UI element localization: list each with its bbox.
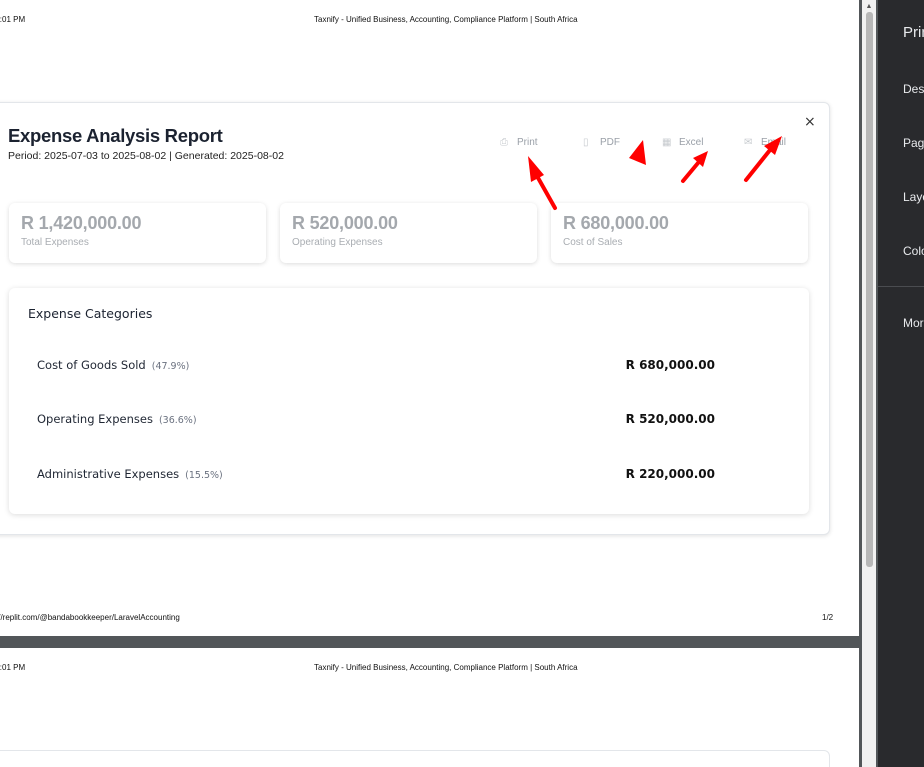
page-header-title: Taxnify - Unified Business, Accounting, … [314, 15, 578, 24]
report-title: Expense Analysis Report [8, 125, 223, 146]
summary-card-total-expenses: R 1,420,000.00 Total Expenses [9, 203, 266, 263]
category-percent: (36.6%) [158, 415, 197, 426]
email-label: Email [761, 137, 787, 148]
excel-icon: ▦ [662, 137, 672, 148]
page-header-datetime: 25, 2:01 PM [0, 663, 26, 672]
pdf-label: PDF [600, 137, 620, 148]
category-row-name: Administrative Expenses (15.5%) [37, 467, 223, 481]
print-setting-more[interactable]: Mor [903, 316, 924, 330]
page-footer-number: 1/2 [822, 613, 834, 622]
category-amount: R 220,000.00 [625, 467, 715, 481]
print-icon: ⎙ [500, 137, 508, 148]
excel-label: Excel [679, 137, 704, 148]
print-preview: 25, 2:01 PM Taxnify - Unified Business, … [0, 0, 859, 767]
page-header-title: Taxnify - Unified Business, Accounting, … [314, 663, 578, 672]
print-setting-layout[interactable]: Layo [903, 190, 924, 204]
preview-page-2: 25, 2:01 PM Taxnify - Unified Business, … [0, 648, 859, 767]
summary-label: Total Expenses [21, 237, 89, 248]
excel-button[interactable]: ▦ Excel [662, 137, 703, 148]
scroll-up-icon[interactable]: ▲ [862, 0, 876, 12]
category-percent: (15.5%) [185, 470, 223, 481]
pdf-button[interactable]: ▯ PDF [583, 137, 620, 148]
summary-value: R 520,000.00 [292, 213, 398, 233]
scrollbar-thumb[interactable] [866, 12, 873, 567]
category-amount: R 680,000.00 [625, 358, 715, 372]
summary-label: Operating Expenses [292, 237, 383, 248]
pdf-icon: ▯ [583, 137, 589, 148]
category-row-name: Cost of Goods Sold (47.9%) [37, 358, 189, 372]
panel-divider [878, 286, 924, 287]
print-label: Print [517, 137, 538, 148]
print-button[interactable]: ⎙ Print [500, 137, 538, 148]
email-icon: ✉ [744, 137, 753, 148]
category-amount: R 520,000.00 [625, 412, 715, 426]
preview-page-1: 25, 2:01 PM Taxnify - Unified Business, … [0, 0, 859, 636]
print-setting-color[interactable]: Colo [903, 244, 924, 258]
summary-label: Cost of Sales [563, 237, 623, 248]
expense-categories-title: Expense Categories [28, 306, 153, 321]
category-name: Administrative Expenses [37, 467, 180, 481]
category-name: Operating Expenses [37, 412, 153, 426]
page-footer-url: s://replit.com/@bandabookkeeper/LaravelA… [0, 613, 180, 622]
page-header-datetime: 25, 2:01 PM [0, 15, 26, 24]
email-button[interactable]: ✉ Email [744, 137, 786, 148]
close-icon[interactable]: × [804, 114, 816, 130]
category-row-name: Operating Expenses (36.6%) [37, 412, 197, 426]
print-settings-panel: Prin Des Pag Layo Colo Mor [878, 0, 924, 767]
summary-card-operating-expenses: R 520,000.00 Operating Expenses [280, 203, 537, 263]
print-setting-pages[interactable]: Pag [903, 136, 924, 150]
summary-card-cost-of-sales: R 680,000.00 Cost of Sales [551, 203, 808, 263]
report-modal-page2 [0, 750, 830, 767]
summary-value: R 1,420,000.00 [21, 213, 142, 233]
summary-value: R 680,000.00 [563, 213, 669, 233]
category-percent: (47.9%) [151, 361, 190, 372]
report-subtitle: Period: 2025-07-03 to 2025-08-02 | Gener… [8, 150, 284, 162]
print-setting-destination[interactable]: Des [903, 82, 924, 96]
category-name: Cost of Goods Sold [37, 358, 146, 372]
print-panel-title: Prin [903, 24, 924, 41]
